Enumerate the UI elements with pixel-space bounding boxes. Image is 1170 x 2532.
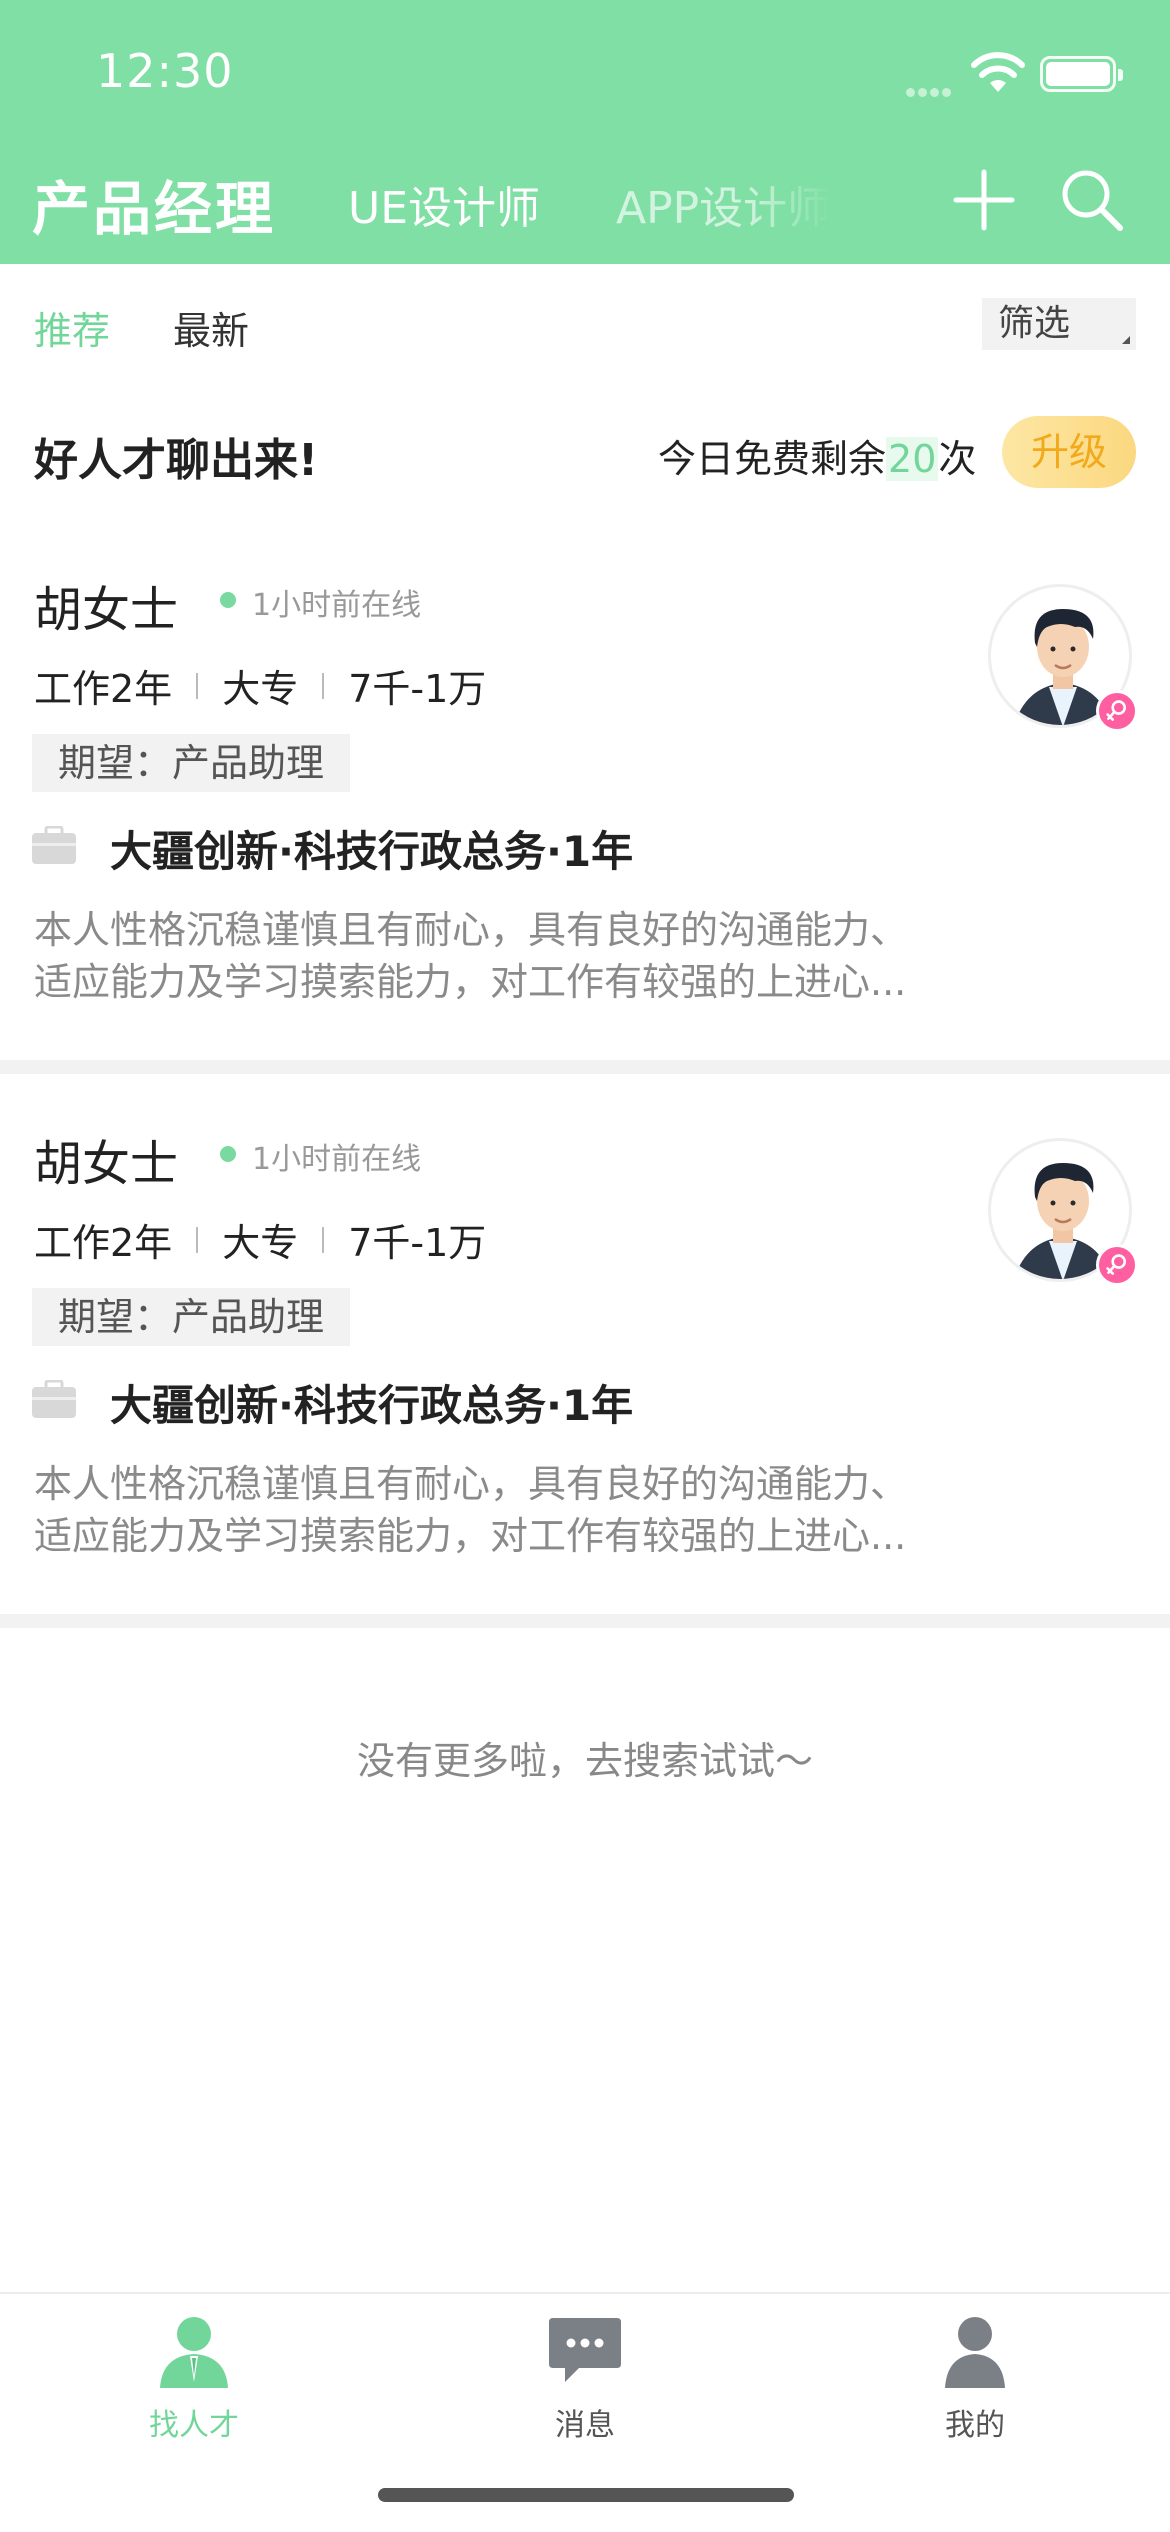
work-experience: 大疆创新·科技行政总务·1年 xyxy=(110,827,634,876)
card-divider xyxy=(0,1060,1170,1074)
tab-label: 我的 xyxy=(945,2408,1005,2443)
work-years: 工作2年 xyxy=(34,1221,173,1265)
free-quota-number: 20 xyxy=(886,437,939,481)
salary: 7千-1万 xyxy=(348,667,487,711)
online-status-dot xyxy=(220,1146,236,1162)
candidate-meta: 工作2年 大专 7千-1万 xyxy=(34,658,486,713)
tab-label: 消息 xyxy=(555,2408,615,2443)
candidate-card[interactable]: 胡女士 1小时前在线 工作2年 大专 7千-1万 期望：产品助理 大疆创新·科技… xyxy=(0,540,1170,1070)
expected-position: 期望：产品助理 xyxy=(32,1288,351,1346)
briefcase-icon xyxy=(32,826,76,864)
tab-latest[interactable]: 最新 xyxy=(173,300,249,355)
candidate-name: 胡女士 xyxy=(34,582,179,638)
upgrade-button[interactable]: 升级 xyxy=(1002,416,1136,488)
tab-recommended[interactable]: 推荐 xyxy=(34,300,110,355)
female-icon xyxy=(1096,1244,1138,1286)
battery-icon xyxy=(1040,56,1123,92)
candidate-name: 胡女士 xyxy=(34,1136,179,1192)
app-header: 12:30 产品经理 UE设计师 APP设计师 xyxy=(0,0,1170,264)
education: 大专 xyxy=(222,667,299,711)
work-years: 工作2年 xyxy=(34,667,173,711)
home-indicator[interactable] xyxy=(378,2488,794,2502)
candidate-description: 本人性格沉稳谨慎且有耐心，具有良好的沟通能力、 适应能力及学习摸索能力，对工作有… xyxy=(34,1462,909,1558)
signal-icon xyxy=(906,82,962,97)
plus-icon[interactable] xyxy=(952,168,1016,232)
wifi-icon xyxy=(971,52,1025,92)
status-time: 12:30 xyxy=(96,44,234,98)
candidate-description: 本人性格沉稳谨慎且有耐心，具有良好的沟通能力、 适应能力及学习摸索能力，对工作有… xyxy=(34,908,909,1004)
salary: 7千-1万 xyxy=(348,1221,487,1265)
education: 大专 xyxy=(222,1221,299,1265)
briefcase-icon xyxy=(32,1380,76,1418)
user-icon xyxy=(945,2317,1005,2388)
end-of-list-hint: 没有更多啦，去搜索试试～ xyxy=(356,1739,813,1783)
filter-button[interactable]: 筛选 xyxy=(982,298,1136,350)
search-icon[interactable] xyxy=(1058,166,1124,232)
candidate-card[interactable]: 胡女士 1小时前在线 工作2年 大专 7千-1万 期望：产品助理 大疆创新·科技… xyxy=(0,1094,1170,1624)
job-tab-app-designer[interactable]: APP设计师 xyxy=(616,172,831,236)
promo-title: 好人才聊出来! xyxy=(34,435,319,486)
tab-label: 找人才 xyxy=(149,2408,239,2443)
tab-find-talent[interactable]: 找人才 xyxy=(94,2314,294,2444)
female-icon xyxy=(1096,690,1138,732)
candidate-meta: 工作2年 大专 7千-1万 xyxy=(34,1212,486,1267)
free-quota-text: 今日免费剩余20次 xyxy=(658,437,977,481)
tab-messages[interactable]: 消息 xyxy=(485,2314,685,2444)
tab-profile[interactable]: 我的 xyxy=(875,2314,1075,2444)
online-status: 1小时前在线 xyxy=(252,588,422,623)
job-tab-product-manager[interactable]: 产品经理 xyxy=(32,162,276,246)
expected-position: 期望：产品助理 xyxy=(32,734,351,792)
card-divider xyxy=(0,1614,1170,1628)
chat-bubble-icon xyxy=(549,2318,621,2382)
online-status-dot xyxy=(220,592,236,608)
work-experience: 大疆创新·科技行政总务·1年 xyxy=(110,1381,634,1430)
online-status: 1小时前在线 xyxy=(252,1142,422,1177)
person-icon xyxy=(160,2317,228,2388)
job-tab-ue-designer[interactable]: UE设计师 xyxy=(348,172,540,236)
